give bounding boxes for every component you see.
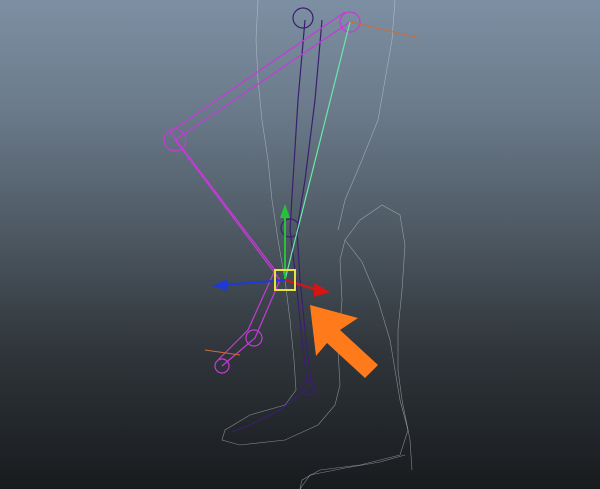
manip-z-arrow-icon[interactable] bbox=[212, 279, 228, 291]
foot-bones[interactable] bbox=[231, 387, 309, 433]
ankle-joint-selected[interactable] bbox=[245, 329, 263, 347]
orange-arrow-icon bbox=[310, 305, 378, 378]
manip-x-axis[interactable] bbox=[284, 279, 319, 291]
move-manipulator-icon[interactable] bbox=[212, 204, 330, 297]
manip-x-arrow-icon[interactable] bbox=[314, 283, 330, 297]
scene-canvas[interactable] bbox=[0, 0, 600, 489]
maya-viewport[interactable] bbox=[0, 0, 600, 489]
manip-y-arrow-icon[interactable] bbox=[280, 204, 290, 218]
hip-joint[interactable] bbox=[292, 7, 314, 29]
toe-axis-line bbox=[204, 349, 241, 356]
pole-vector-line bbox=[349, 21, 421, 39]
